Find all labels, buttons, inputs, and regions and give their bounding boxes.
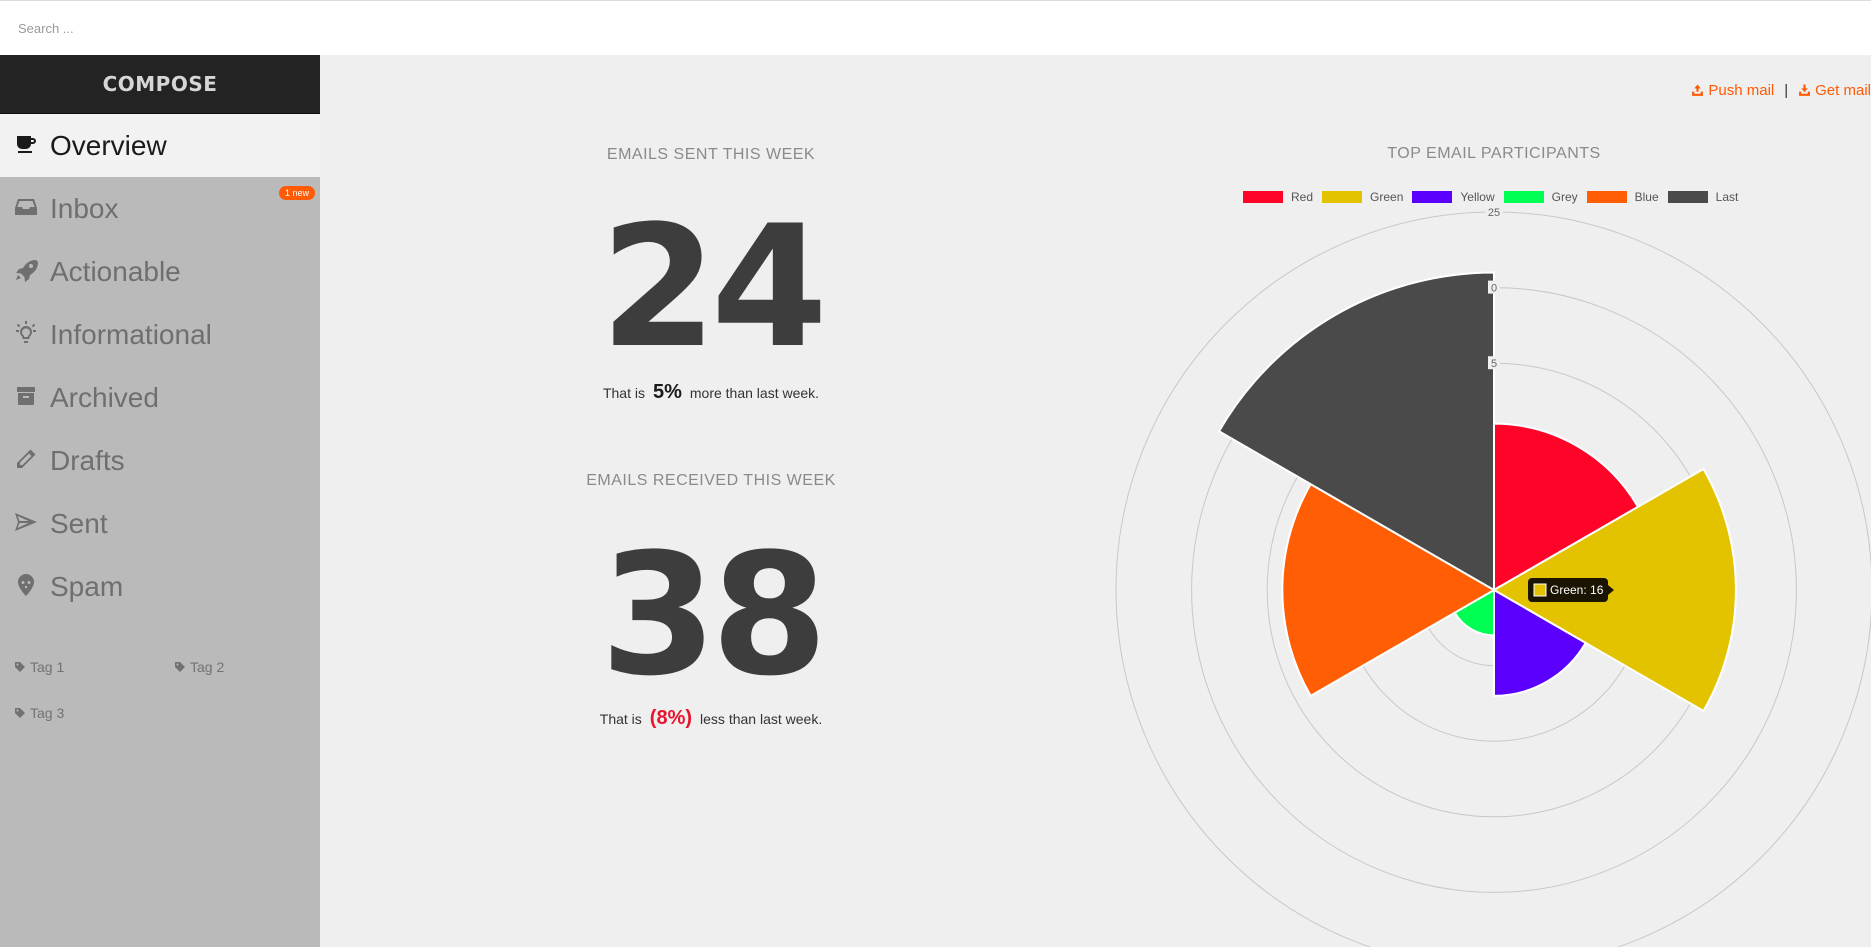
sidebar: COMPOSE Overview Inbox 1 new Actionable …: [0, 55, 320, 947]
mail-actions: Push mail | Get mail: [1691, 82, 1871, 99]
paper-plane-icon: [14, 510, 42, 538]
sidebar-item-archived[interactable]: Archived: [0, 366, 320, 429]
sent-stat-title: EMAILS SENT THIS WEEK: [606, 146, 816, 163]
tag-label: Tag 3: [30, 705, 65, 721]
compose-button[interactable]: COMPOSE: [0, 55, 320, 114]
sidebar-item-drafts[interactable]: Drafts: [0, 429, 320, 492]
sidebar-item-overview[interactable]: Overview: [0, 114, 320, 177]
sent-comparison: That is 5% more than last week.: [491, 381, 931, 404]
sidebar-item-informational[interactable]: Informational: [0, 303, 320, 366]
sent-percent: 5%: [652, 381, 682, 403]
push-mail-button[interactable]: Push mail: [1691, 82, 1774, 99]
sidebar-item-label: Informational: [50, 318, 212, 350]
sidebar-item-inbox[interactable]: Inbox 1 new: [0, 177, 320, 240]
get-mail-label: Get mail: [1815, 82, 1871, 99]
sent-note-suffix: more than last week.: [689, 385, 820, 401]
top-search-bar: [0, 0, 1871, 55]
new-count-badge: 1 new: [278, 186, 315, 200]
tooltip-swatch: [1533, 583, 1547, 597]
tag-item[interactable]: Tag 1: [14, 659, 64, 675]
pencil-icon: [14, 447, 42, 475]
action-separator: |: [1784, 82, 1789, 99]
sidebar-item-label: Sent: [50, 507, 108, 539]
received-count: 38: [600, 517, 828, 713]
tag-label: Tag 2: [190, 659, 225, 675]
received-stat-title: EMAILS RECEIVED THIS WEEK: [586, 472, 836, 489]
radial-tick-label: 0: [1491, 283, 1497, 295]
search-input[interactable]: [18, 15, 618, 41]
get-mail-button[interactable]: Get mail: [1798, 82, 1871, 99]
sidebar-item-label: Overview: [50, 129, 167, 161]
sent-count: 24: [600, 189, 828, 385]
sidebar-item-actionable[interactable]: Actionable: [0, 240, 320, 303]
inbox-icon: [14, 195, 42, 223]
tag-label: Tag 1: [30, 659, 65, 675]
sidebar-item-label: Inbox: [50, 192, 119, 224]
sidebar-item-sent[interactable]: Sent: [0, 492, 320, 555]
sidebar-item-label: Archived: [50, 381, 159, 413]
download-icon: [1799, 84, 1811, 96]
cup-icon: [14, 132, 42, 160]
tag-item[interactable]: Tag 2: [174, 659, 224, 675]
upload-icon: [1692, 84, 1704, 96]
sidebar-item-spam[interactable]: Spam: [0, 555, 320, 618]
received-percent: (8%): [649, 707, 693, 729]
received-comparison: That is (8%) less than last week.: [491, 707, 931, 730]
rocket-icon: [14, 258, 42, 286]
tag-item[interactable]: Tag 3: [14, 705, 64, 721]
polar-area-chart: 5 0 25 Green: 16: [1115, 205, 1871, 947]
sidebar-item-label: Drafts: [50, 444, 125, 476]
archive-icon: [14, 384, 42, 412]
tag-icon: [15, 662, 25, 672]
chart-title: TOP EMAIL PARTICIPANTS: [1387, 145, 1601, 162]
map-pin-skull-icon: [14, 573, 42, 601]
tooltip-label: Green: 16: [1550, 583, 1604, 597]
received-note-prefix: That is: [599, 711, 642, 727]
tag-icon: [15, 708, 25, 718]
tag-icon: [175, 662, 185, 672]
received-note-suffix: less than last week.: [700, 711, 823, 727]
lightbulb-icon: [14, 320, 42, 349]
sidebar-item-label: Actionable: [50, 255, 181, 287]
radial-tick-label: 25: [1488, 207, 1500, 219]
sidebar-item-label: Spam: [50, 570, 124, 602]
sent-note-prefix: That is: [602, 385, 645, 401]
radial-tick-label: 5: [1491, 358, 1497, 370]
push-mail-label: Push mail: [1708, 82, 1775, 99]
